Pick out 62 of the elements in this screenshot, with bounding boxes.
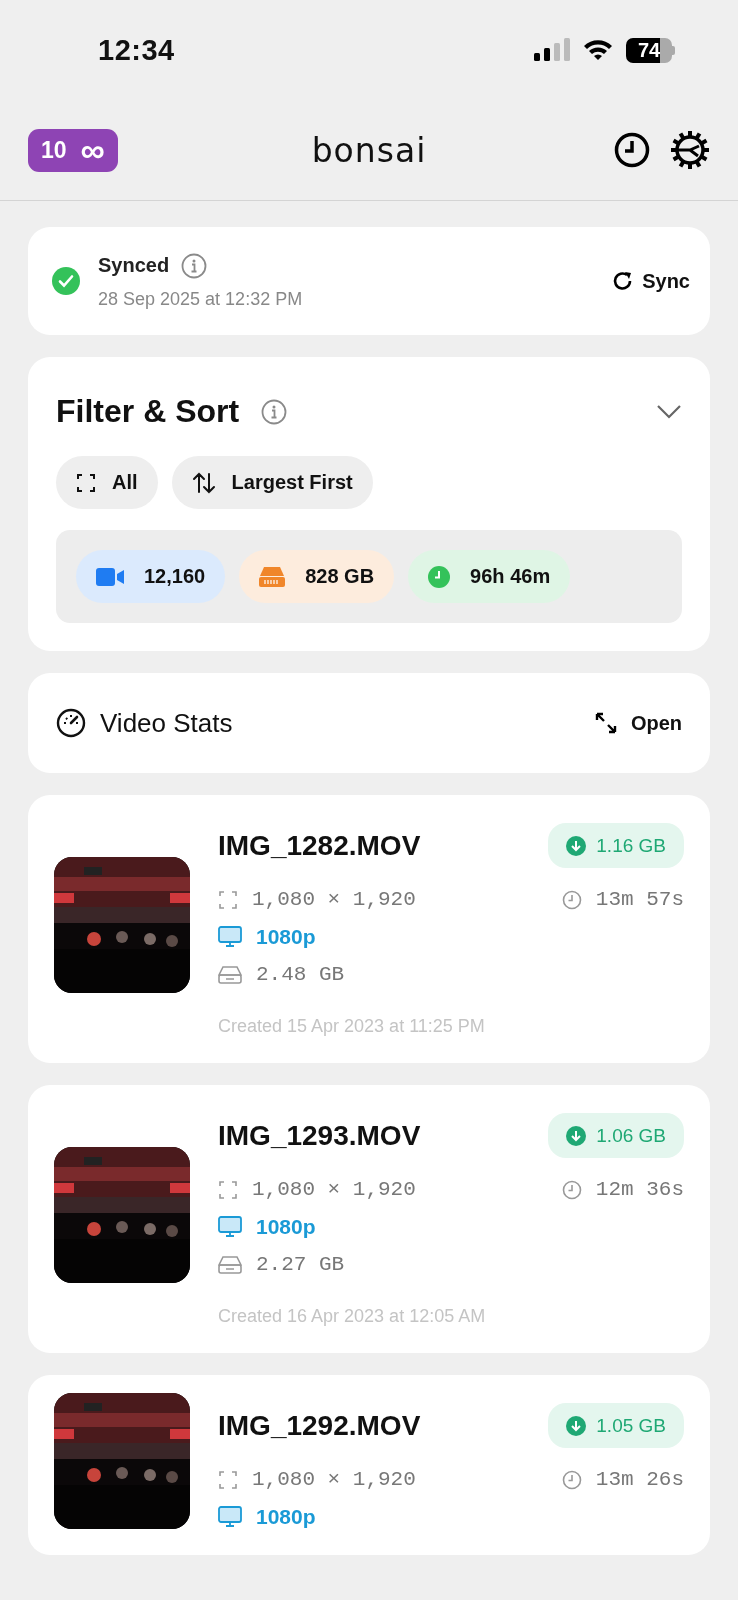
frame-icon [218, 889, 238, 910]
open-button[interactable]: Open [594, 711, 682, 735]
frame-icon [218, 1469, 238, 1490]
clock-icon[interactable] [614, 132, 650, 168]
file-size: 2.48 GB [256, 963, 345, 986]
monitor-icon [218, 1506, 242, 1528]
file-name: IMG_1292.MOV [218, 1409, 421, 1442]
download-icon [566, 835, 587, 856]
section-title: Video Stats [100, 707, 234, 739]
speedometer-icon [56, 708, 86, 738]
frame-icon [218, 1179, 238, 1200]
stat-chip: 828 GB [239, 550, 395, 603]
clock-time: 12:34 [98, 33, 175, 67]
video-dimensions: 1,080 × 1,920 [252, 1178, 416, 1201]
video-duration: 13m 26s [595, 1468, 684, 1491]
video-card[interactable]: IMG_1282.MOV 1.16 GB 1,080 × 1,920 13m 57s 1080p 2.48 GB Created 15 Apr 2023 at 11:25 PM [28, 795, 710, 1063]
video-resolution: 1080p [256, 1505, 316, 1529]
settings-icon[interactable] [670, 130, 710, 170]
monitor-icon [218, 926, 242, 948]
stat-chip: 96h 46m [408, 550, 571, 603]
frame-icon [76, 472, 96, 493]
download-icon [566, 1415, 587, 1436]
sync-status: Synced [98, 254, 170, 277]
created-date: Created 16 Apr 2023 at 12:05 AM [218, 1306, 487, 1327]
savings-badge: 1.05 GB [548, 1403, 684, 1448]
savings-badge: 1.16 GB [548, 823, 684, 868]
expand-icon [594, 712, 617, 734]
video-dimensions: 1,080 × 1,920 [252, 1468, 416, 1491]
stat-chip: 12,160 [76, 550, 226, 603]
drive-icon [218, 1255, 242, 1274]
wifi-icon [582, 38, 614, 62]
chevron-down-icon[interactable] [656, 403, 682, 420]
info-icon[interactable] [181, 252, 208, 279]
file-name: IMG_1282.MOV [218, 829, 421, 862]
plan-badge[interactable]: 10 ∞ [28, 128, 118, 172]
filter-button[interactable]: All [56, 456, 158, 509]
video-duration: 12m 36s [595, 1178, 684, 1201]
video-card[interactable]: IMG_1292.MOV 1.05 GB 1,080 × 1,920 13m 26s 1080p [28, 1375, 710, 1555]
file-size: 2.27 GB [256, 1253, 345, 1276]
video-resolution: 1080p [256, 925, 316, 949]
section-title: Filter & Sort [56, 393, 240, 430]
clock-icon [561, 889, 582, 910]
video-duration: 13m 57s [595, 888, 684, 911]
drive-icon [218, 965, 242, 984]
video-resolution: 1080p [256, 1215, 316, 1239]
monitor-icon [218, 1216, 242, 1238]
sync-button[interactable]: Sync [612, 269, 690, 293]
savings-badge: 1.06 GB [548, 1113, 684, 1158]
video-dimensions: 1,080 × 1,920 [252, 888, 416, 911]
battery-level: 74 [637, 40, 661, 60]
clock-icon [561, 1179, 582, 1200]
created-date: Created 15 Apr 2023 at 11:25 PM [218, 1016, 486, 1037]
sort-icon [191, 471, 216, 494]
app-title: bonsai [311, 130, 427, 170]
clock-icon [561, 1469, 582, 1490]
signal-icon [534, 38, 570, 62]
info-icon[interactable] [261, 398, 288, 425]
video-card[interactable]: IMG_1293.MOV 1.06 GB 1,080 × 1,920 12m 36s 1080p 2.27 GB Created 16 Apr 2023 at 12:05 AM [28, 1085, 710, 1353]
sort-button[interactable]: Largest First [171, 456, 373, 509]
download-icon [566, 1125, 587, 1146]
file-name: IMG_1293.MOV [218, 1119, 421, 1152]
sync-timestamp: 28 Sep 2025 at 12:32 PM [98, 288, 304, 310]
